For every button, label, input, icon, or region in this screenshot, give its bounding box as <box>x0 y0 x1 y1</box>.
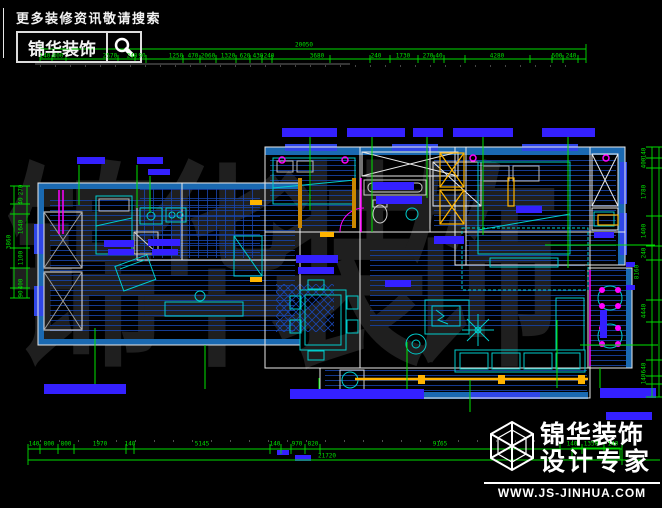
header-brand-box: 锦华装饰 <box>16 31 142 63</box>
header-brand-name: 锦华装饰 <box>18 33 108 61</box>
footer-website: WWW.JS-JINHUA.COM <box>484 482 660 500</box>
drawing-canvas: 锦华装饰 更多装修资讯敬请搜索 锦华装饰 <box>0 0 662 508</box>
search-icon <box>108 33 140 61</box>
header-tagline: 更多装修资讯敬请搜索 <box>16 8 161 27</box>
footer-logo-block: 锦华装饰 设计专家 WWW.JS-JINHUA.COM <box>484 418 660 500</box>
cube-logo-icon <box>484 418 540 479</box>
header-watermark-block: 更多装修资讯敬请搜索 锦华装饰 <box>16 8 161 63</box>
footer-subtitle: 设计专家 <box>540 449 660 475</box>
footer-brand-name: 锦华装饰 <box>540 422 660 448</box>
